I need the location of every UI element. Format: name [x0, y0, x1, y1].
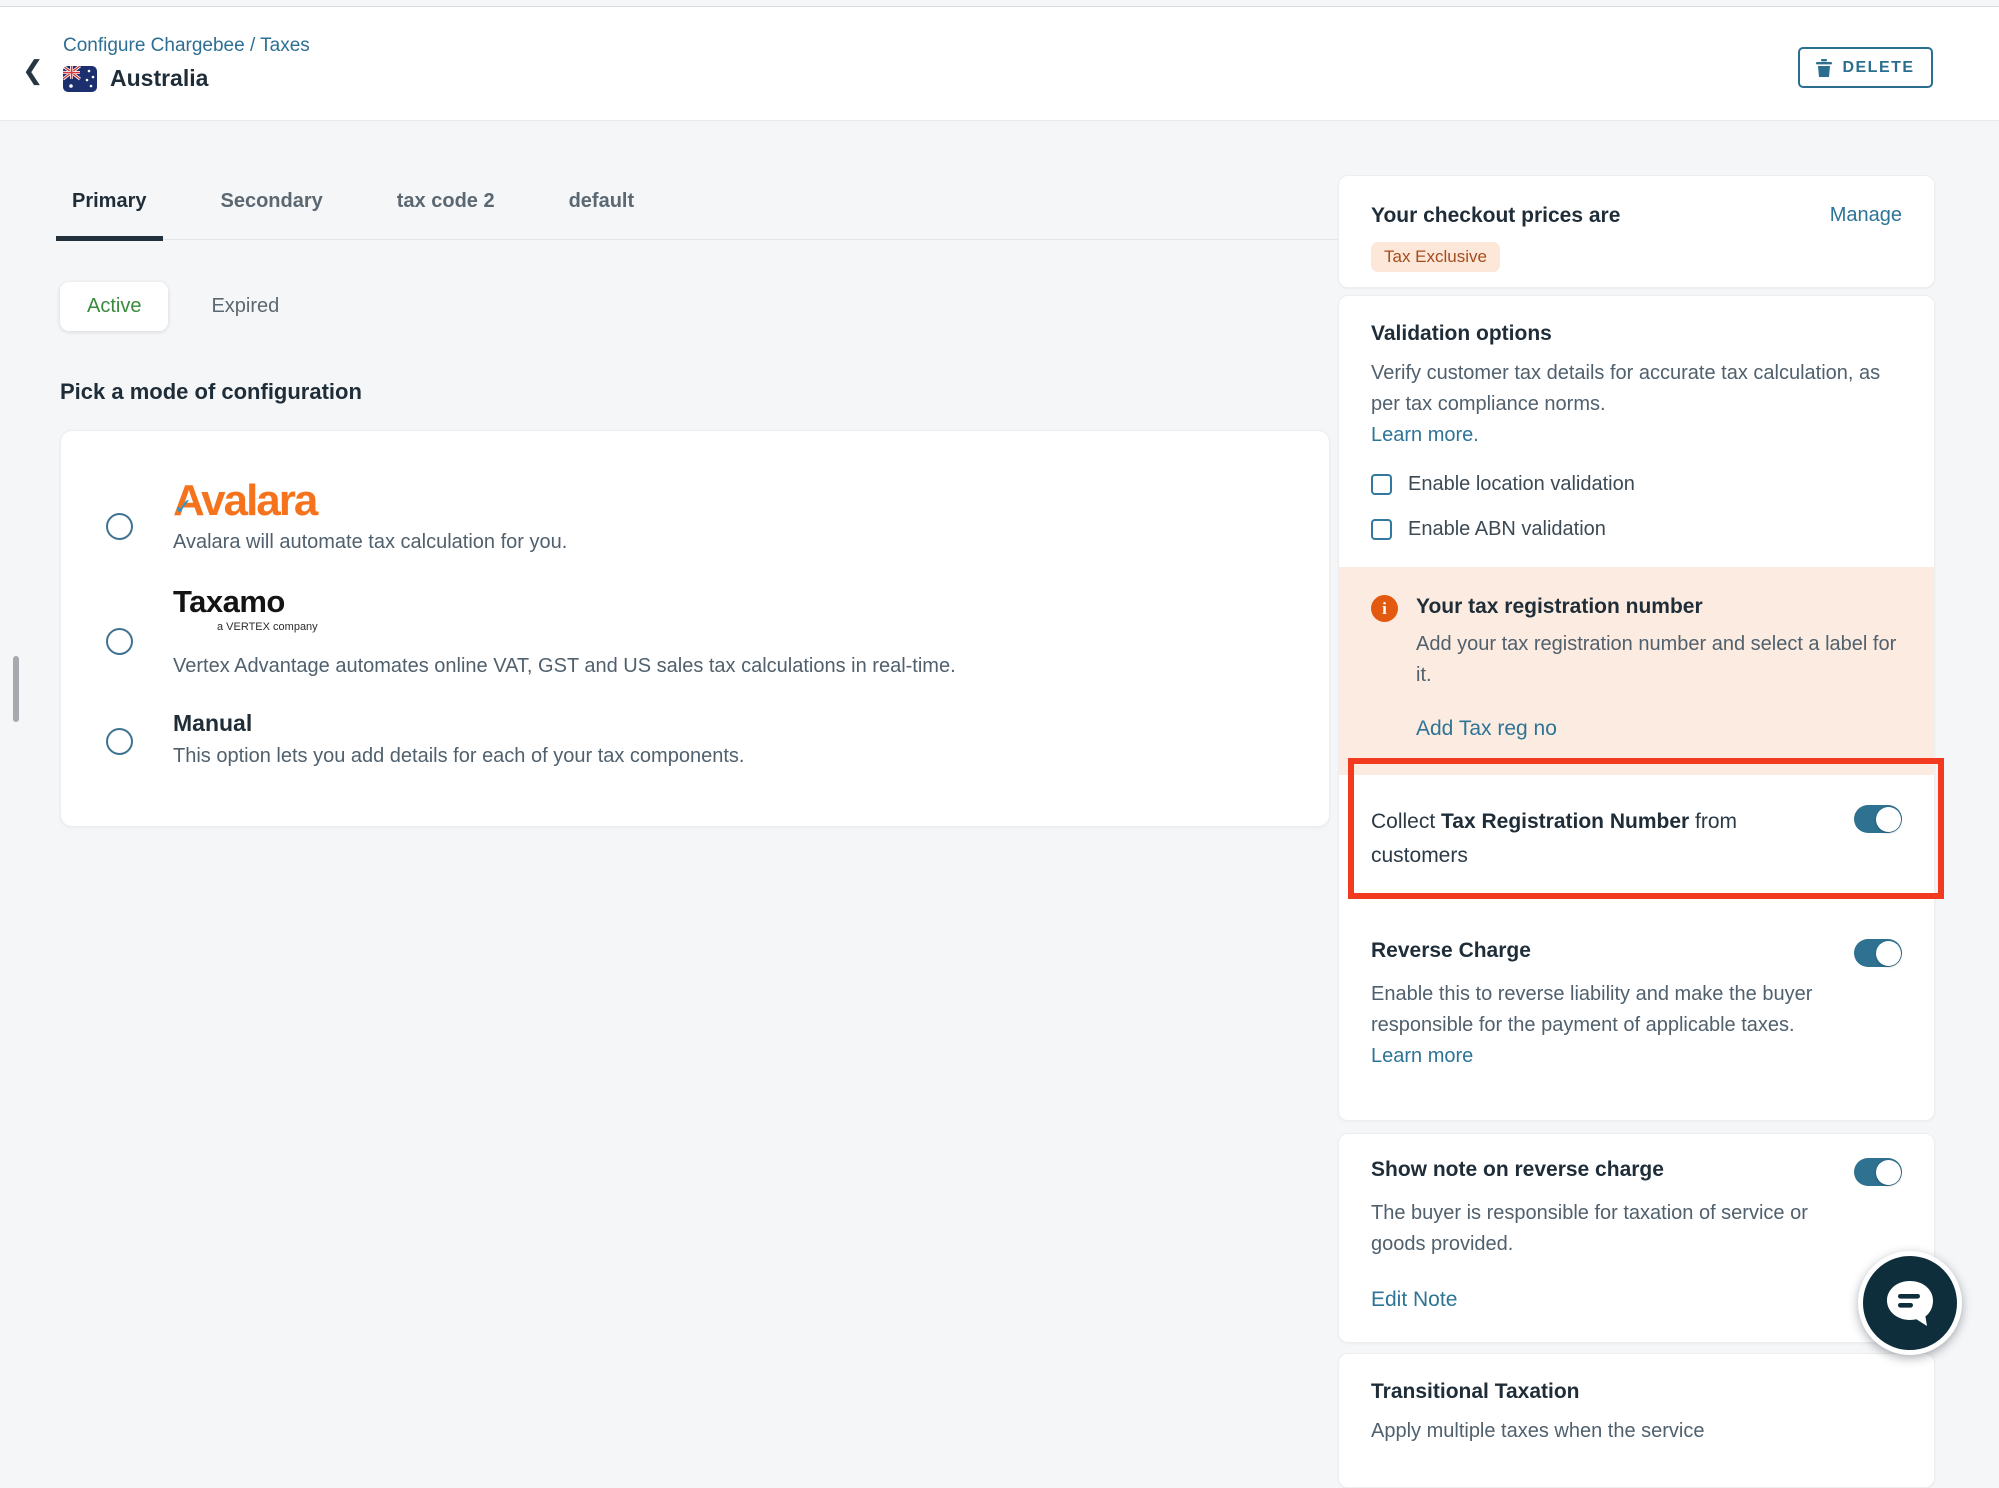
reverse-charge-toggle[interactable] [1854, 939, 1902, 967]
tab-tax-code-2[interactable]: tax code 2 [393, 178, 499, 239]
validation-learn-more-link[interactable]: Learn more. [1371, 424, 1479, 446]
trash-icon [1816, 59, 1832, 77]
reverse-charge-description: Enable this to reverse liability and mak… [1371, 983, 1812, 1036]
checkbox-location-validation[interactable]: Enable location validation [1371, 473, 1902, 496]
transitional-description: Apply multiple taxes when the service [1371, 1416, 1902, 1447]
tab-secondary[interactable]: Secondary [217, 178, 327, 239]
transitional-title: Transitional Taxation [1371, 1380, 1902, 1404]
tax-reg-description: Add your tax registration number and sel… [1416, 629, 1902, 691]
transitional-taxation-card: Transitional Taxation Apply multiple tax… [1338, 1353, 1935, 1488]
australia-flag-icon [63, 66, 97, 92]
collect-trn-toggle[interactable] [1854, 805, 1902, 833]
delete-button-label: DELETE [1842, 59, 1914, 77]
edit-note-link[interactable]: Edit Note [1371, 1288, 1457, 1312]
reverse-charge-section: Reverse Charge Enable this to reverse li… [1339, 915, 1934, 1120]
chat-button[interactable] [1858, 1251, 1962, 1355]
tax-exclusive-badge: Tax Exclusive [1371, 242, 1500, 272]
mode-card: Avalara ✓ Avalara will automate tax calc… [60, 430, 1330, 827]
reverse-charge-learn-more-link[interactable]: Learn more [1371, 1045, 1473, 1067]
reverse-charge-title: Reverse Charge [1371, 939, 1531, 963]
checkbox-location-label: Enable location validation [1408, 473, 1635, 496]
settings-panel: Your checkout prices are Manage Tax Excl… [1338, 175, 1935, 1488]
checkbox-icon[interactable] [1371, 474, 1392, 495]
show-note-title: Show note on reverse charge [1371, 1158, 1664, 1182]
manage-link[interactable]: Manage [1830, 204, 1902, 227]
taxamo-description: Vertex Advantage automates online VAT, G… [173, 655, 956, 678]
filter-active[interactable]: Active [60, 282, 168, 331]
radio-manual[interactable] [106, 728, 133, 755]
avalara-description: Avalara will automate tax calculation fo… [173, 531, 567, 554]
validation-description: Verify customer tax details for accurate… [1371, 362, 1880, 415]
manual-description: This option lets you add details for eac… [173, 745, 744, 768]
radio-avalara[interactable] [106, 513, 133, 540]
add-tax-reg-link[interactable]: Add Tax reg no [1416, 717, 1557, 741]
collect-trn-label: Collect Tax Registration Number from cus… [1371, 805, 1801, 873]
collect-trn-section: Collect Tax Registration Number from cus… [1339, 775, 1934, 915]
avalara-check-icon: ✓ [174, 495, 192, 519]
status-filter: Active Expired [60, 282, 1345, 331]
tab-default[interactable]: default [565, 178, 639, 239]
show-note-toggle[interactable] [1854, 1158, 1902, 1186]
info-icon: i [1371, 595, 1398, 622]
chat-bubble-icon [1883, 1277, 1937, 1329]
tab-bar: Primary Secondary tax code 2 default [60, 178, 1345, 240]
checkbox-abn-validation[interactable]: Enable ABN validation [1371, 518, 1902, 541]
tab-primary[interactable]: Primary [68, 178, 151, 239]
mode-option-taxamo[interactable]: Taxamo a VERTEX company Vertex Advantage… [61, 570, 1329, 694]
taxamo-logo: Taxamo [173, 586, 956, 617]
mode-option-avalara[interactable]: Avalara ✓ Avalara will automate tax calc… [61, 461, 1329, 570]
manual-title: Manual [173, 710, 744, 737]
filter-expired[interactable]: Expired [211, 295, 279, 318]
validation-title: Validation options [1371, 322, 1902, 346]
tax-registration-notice: i Your tax registration number Add your … [1339, 567, 1934, 775]
checkout-prices-card: Your checkout prices are Manage Tax Excl… [1338, 175, 1935, 288]
show-note-card: Show note on reverse charge The buyer is… [1338, 1133, 1935, 1343]
show-note-description: The buyer is responsible for taxation of… [1371, 1198, 1823, 1260]
tax-settings-card: Validation options Verify customer tax d… [1338, 295, 1935, 1121]
taxamo-logo-subtext: a VERTEX company [217, 621, 956, 633]
back-button[interactable]: ❮ [22, 57, 44, 83]
scrollbar-thumb[interactable] [13, 656, 19, 722]
radio-taxamo[interactable] [106, 628, 133, 655]
mode-option-manual[interactable]: Manual This option lets you add details … [61, 694, 1329, 784]
avalara-logo: Avalara ✓ [173, 477, 316, 525]
page-title: Australia [110, 65, 208, 92]
breadcrumb[interactable]: Configure Chargebee / Taxes [63, 35, 310, 57]
checkbox-abn-label: Enable ABN validation [1408, 518, 1606, 541]
page-header: ❮ Configure Chargebee / Taxes Australia [0, 7, 1999, 121]
mode-heading: Pick a mode of configuration [60, 379, 1345, 405]
checkbox-icon[interactable] [1371, 519, 1392, 540]
checkout-prices-title: Your checkout prices are [1371, 204, 1620, 228]
delete-button[interactable]: DELETE [1798, 47, 1933, 88]
tax-reg-title: Your tax registration number [1416, 595, 1902, 619]
validation-options-section: Validation options Verify customer tax d… [1339, 296, 1934, 567]
